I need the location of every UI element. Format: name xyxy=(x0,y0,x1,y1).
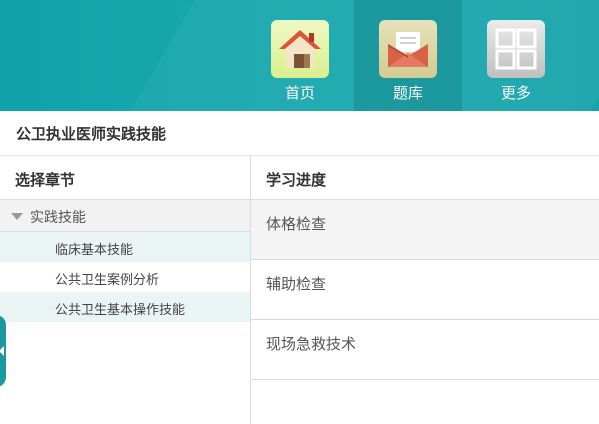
chapter-item[interactable]: 公共卫生案例分析 xyxy=(0,262,250,292)
progress-panel-title: 学习进度 xyxy=(266,171,327,189)
side-drawer-toggle[interactable] xyxy=(0,315,6,387)
chevron-left-icon xyxy=(0,346,4,356)
nav-question-bank-label: 题库 xyxy=(392,84,423,102)
nav-more-button[interactable]: 更多 xyxy=(462,0,570,111)
home-icon xyxy=(271,20,329,78)
chapter-item-label: 临床基本技能 xyxy=(55,243,134,258)
caret-down-icon xyxy=(11,213,23,220)
chapter-panel-title: 选择章节 xyxy=(15,171,76,189)
page-title: 公卫执业医师实践技能 xyxy=(16,125,167,143)
nav-more-label: 更多 xyxy=(500,84,531,102)
progress-panel: 学习进度 体格检查 辅助检查 现场急救技术 xyxy=(251,156,599,424)
progress-item-label: 现场急救技术 xyxy=(266,335,357,353)
progress-item[interactable]: 现场急救技术 xyxy=(251,320,599,380)
progress-item[interactable]: 体格检查 xyxy=(251,200,599,260)
chapter-panel-header: 选择章节 xyxy=(0,156,250,200)
progress-item-label: 辅助检查 xyxy=(266,275,327,293)
progress-panel-header: 学习进度 xyxy=(251,156,599,200)
chapter-item[interactable]: 公共卫生基本操作技能 xyxy=(0,292,250,322)
nav-home-label: 首页 xyxy=(284,84,315,102)
chapter-item-label: 公共卫生案例分析 xyxy=(55,273,160,288)
page-title-bar: 公卫执业医师实践技能 xyxy=(0,111,599,156)
chapter-item-label: 公共卫生基本操作技能 xyxy=(55,303,186,318)
nav-home-button[interactable]: 首页 xyxy=(246,0,354,111)
chapter-panel: 选择章节 实践技能 临床基本技能 公共卫生案例分析 公共卫生基本操作技能 xyxy=(0,156,250,424)
envelope-icon xyxy=(379,20,437,78)
grid-icon xyxy=(487,20,545,78)
chapter-tree-root[interactable]: 实践技能 xyxy=(0,200,250,232)
nav-question-bank-button[interactable]: 题库 xyxy=(354,0,462,111)
progress-item-label: 体格检查 xyxy=(266,215,327,233)
chapter-item[interactable]: 临床基本技能 xyxy=(0,232,250,262)
progress-item[interactable]: 辅助检查 xyxy=(251,260,599,320)
top-nav-bar: 首页 题库 更多 xyxy=(0,0,599,111)
chapter-tree-root-label: 实践技能 xyxy=(30,210,86,226)
